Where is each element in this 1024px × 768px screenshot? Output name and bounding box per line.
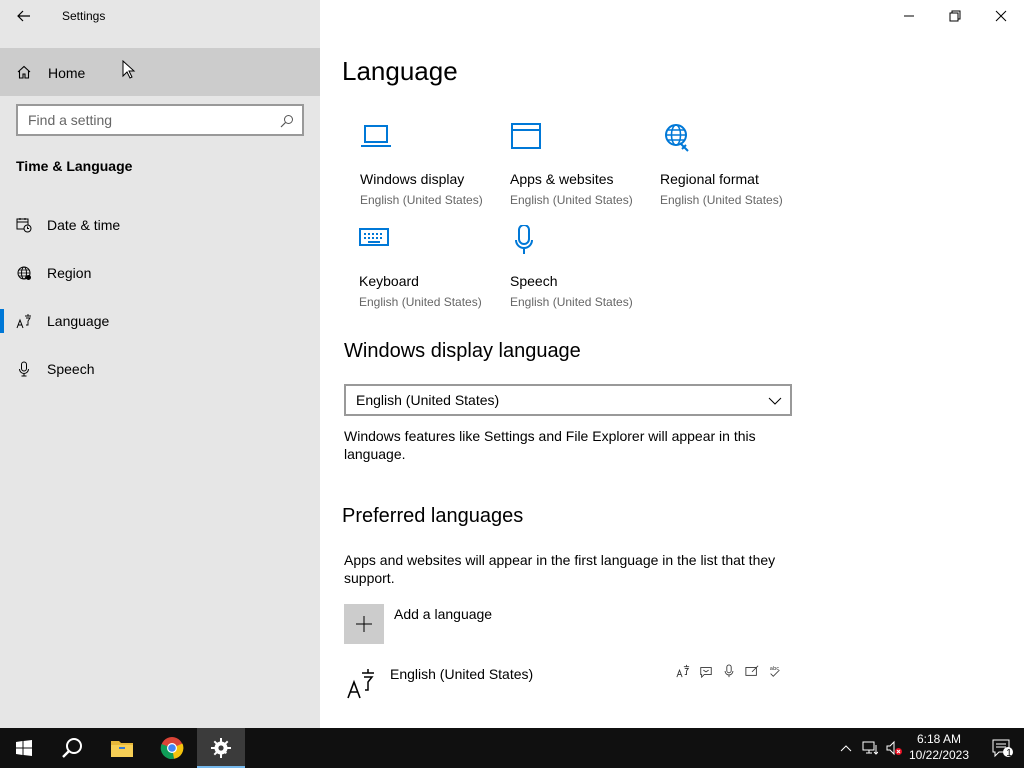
- clock-date: 10/22/2023: [908, 748, 970, 762]
- tile-apps-websites[interactable]: Apps & websites English (United States): [510, 123, 650, 219]
- globe-icon: [17, 266, 31, 280]
- sidebar-item-home[interactable]: Home: [0, 48, 320, 96]
- handwriting-feature-icon: [743, 662, 761, 680]
- select-value: English (United States): [356, 392, 500, 408]
- tile-regional-format[interactable]: Regional format English (United States): [660, 123, 800, 219]
- search-button[interactable]: [48, 728, 96, 768]
- minimize-icon: [904, 15, 914, 17]
- search-placeholder: Find a setting: [28, 112, 113, 128]
- network-icon[interactable]: [862, 740, 878, 756]
- tile-title: Keyboard: [359, 273, 419, 289]
- chevron-down-icon: [768, 397, 782, 405]
- monitor-icon: [361, 125, 391, 147]
- microphone-icon: [19, 361, 29, 377]
- selection-indicator: [0, 309, 4, 333]
- close-button[interactable]: [978, 0, 1024, 32]
- minimize-button[interactable]: [886, 0, 932, 32]
- file-explorer-button[interactable]: [98, 728, 146, 768]
- title-bar: Settings: [0, 0, 320, 32]
- notification-count: 1: [1006, 748, 1012, 759]
- sidebar-item-region[interactable]: Region: [0, 253, 320, 293]
- folder-icon: [111, 741, 133, 757]
- restore-icon: [949, 10, 961, 22]
- spellcheck-feature-icon: abc: [766, 662, 784, 680]
- tile-windows-display[interactable]: Windows display English (United States): [360, 123, 500, 219]
- tile-subtitle: English (United States): [359, 295, 482, 309]
- close-icon: [995, 10, 1007, 22]
- tile-subtitle: English (United States): [510, 295, 633, 309]
- chrome-button[interactable]: [148, 728, 196, 768]
- tile-title: Windows display: [360, 171, 465, 187]
- sidebar-item-date-time[interactable]: Date & time: [0, 205, 320, 245]
- section-title: Time & Language: [16, 158, 133, 174]
- sidebar: Settings Home Find a setting Time & Lang…: [0, 0, 320, 728]
- tile-subtitle: English (United States): [660, 193, 783, 207]
- browser-window-icon: [511, 123, 541, 149]
- sidebar-item-label: Language: [47, 313, 110, 329]
- back-arrow-icon: [17, 10, 30, 22]
- main-content: Language Windows display English (United…: [320, 0, 1024, 728]
- tile-speech[interactable]: Speech English (United States): [510, 225, 650, 321]
- taskbar: 6:18 AM 10/22/2023 1: [0, 728, 1024, 768]
- add-language-label[interactable]: Add a language: [394, 606, 492, 622]
- clock[interactable]: 6:18 AM 10/22/2023: [906, 731, 972, 763]
- search-input[interactable]: Find a setting: [16, 104, 304, 136]
- calendar-clock-icon: [16, 218, 32, 233]
- display-language-description: Windows features like Settings and File …: [344, 428, 756, 462]
- volume-muted-icon[interactable]: [886, 740, 902, 756]
- display-language-select[interactable]: English (United States): [344, 384, 792, 416]
- keyboard-icon: [359, 228, 389, 246]
- back-button[interactable]: [8, 4, 40, 28]
- app-title: Settings: [62, 9, 106, 23]
- sidebar-item-language[interactable]: Language: [0, 301, 320, 341]
- action-center-button[interactable]: 1: [980, 728, 1024, 768]
- sidebar-item-speech[interactable]: Speech: [0, 349, 320, 389]
- microphone-icon: [515, 225, 533, 254]
- add-language-button[interactable]: [344, 604, 384, 644]
- display-language-feature-icon: [674, 662, 692, 680]
- chevron-up-icon[interactable]: [838, 740, 854, 756]
- tile-subtitle: English (United States): [510, 193, 633, 207]
- preferred-language-item[interactable]: English (United States): [390, 666, 533, 682]
- sidebar-item-label: Home: [48, 65, 86, 81]
- start-button[interactable]: [0, 728, 48, 768]
- text-to-speech-feature-icon: [697, 662, 715, 680]
- preferred-languages-description: Apps and websites will appear in the fir…: [344, 552, 776, 586]
- regional-globe-icon: [665, 124, 689, 152]
- display-language-heading: Windows display language: [344, 340, 581, 362]
- mouse-cursor-icon: [122, 60, 136, 79]
- chrome-icon: [160, 737, 184, 760]
- restore-button[interactable]: [932, 0, 978, 32]
- tile-title: Speech: [510, 273, 558, 289]
- search-icon: [62, 738, 82, 758]
- language-feature-icons: abc: [674, 662, 786, 680]
- settings-taskbar-button[interactable]: [197, 728, 245, 768]
- sidebar-item-label: Date & time: [47, 217, 121, 233]
- tile-title: Regional format: [660, 171, 759, 187]
- tile-keyboard[interactable]: Keyboard English (United States): [359, 225, 499, 321]
- search-icon[interactable]: [280, 114, 294, 128]
- windows-logo-icon: [16, 740, 32, 756]
- sidebar-item-label: Region: [47, 265, 92, 281]
- clock-time: 6:18 AM: [916, 732, 962, 746]
- home-icon: [17, 65, 31, 79]
- gear-icon: [211, 738, 231, 758]
- microphone-feature-icon: [720, 662, 738, 680]
- plus-icon: [356, 616, 372, 632]
- language-icon: [347, 669, 374, 699]
- tile-title: Apps & websites: [510, 171, 614, 187]
- sidebar-item-label: Speech: [47, 361, 95, 377]
- preferred-languages-heading: Preferred languages: [342, 505, 524, 527]
- tile-subtitle: English (United States): [360, 193, 483, 207]
- language-icon: [16, 314, 31, 329]
- page-title: Language: [342, 56, 458, 86]
